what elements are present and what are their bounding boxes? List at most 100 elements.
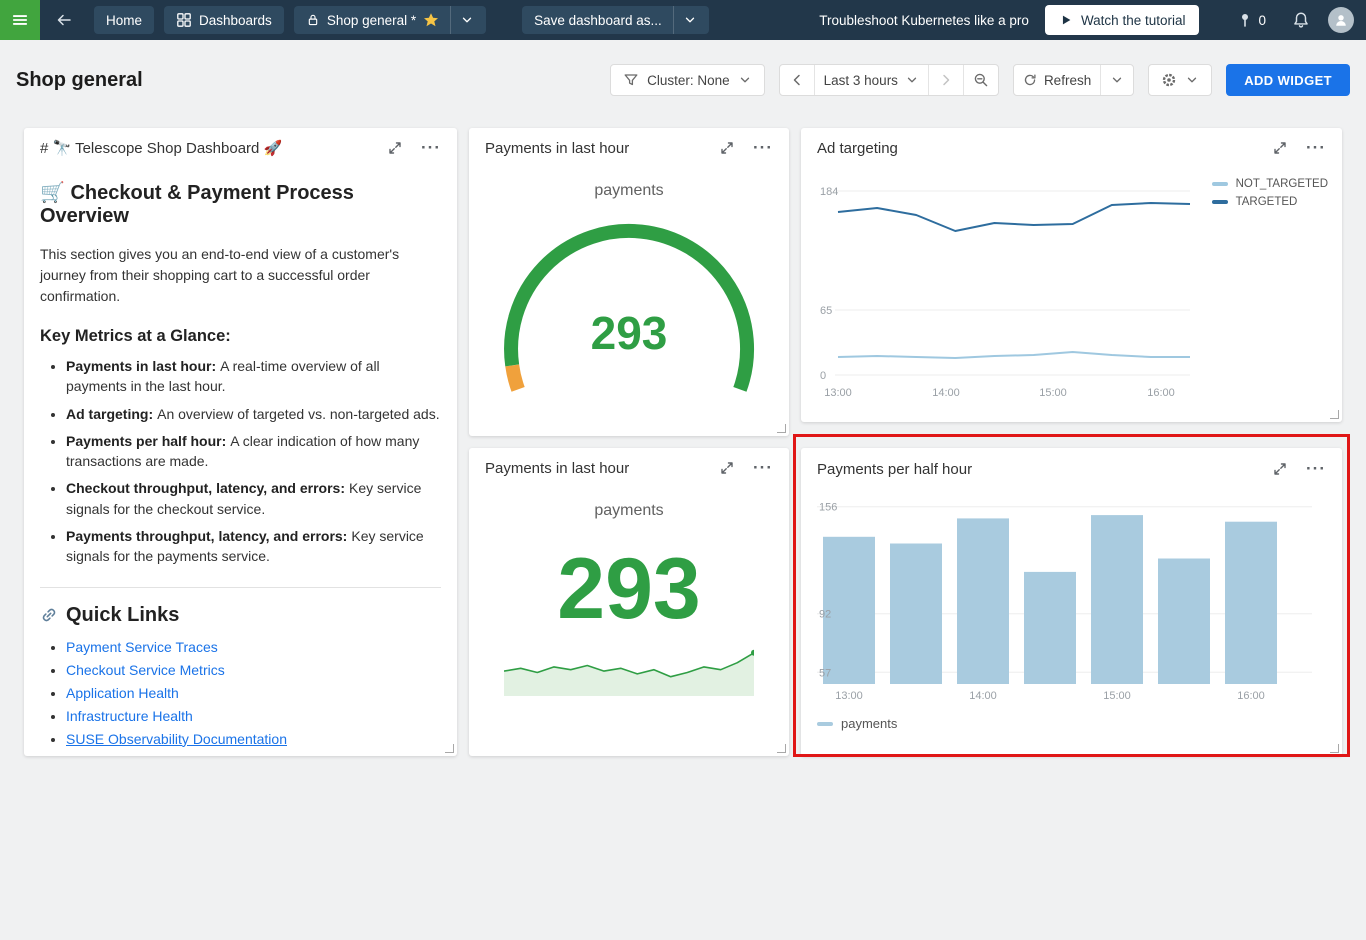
ellipsis-icon: ··· <box>753 463 773 473</box>
hamburger-icon <box>11 11 29 29</box>
metrics-list: Payments in last hour:A real-time overvi… <box>40 356 441 567</box>
resize-handle[interactable] <box>1330 410 1339 419</box>
dashboards-button[interactable]: Dashboards <box>164 6 284 34</box>
save-dashboard-as-label: Save dashboard as... <box>534 13 662 28</box>
bar-16:00 <box>1225 522 1277 684</box>
expand-widget-button[interactable] <box>715 136 739 160</box>
breadcrumb: Home Dashboards Shop general * <box>94 6 486 34</box>
cluster-filter-button[interactable]: Cluster: None <box>610 64 765 96</box>
resize-handle[interactable] <box>1330 744 1339 753</box>
resize-handle[interactable] <box>445 744 454 753</box>
x-tick-label: 14:00 <box>969 690 997 702</box>
pin-count: 0 <box>1258 13 1266 28</box>
legend-label: TARGETED <box>1236 196 1298 208</box>
chevron-down-icon <box>1185 73 1199 87</box>
widget-payments-gauge: Payments in last hour ··· payments 293 <box>469 128 789 436</box>
expand-widget-button[interactable] <box>1268 136 1292 160</box>
list-item: Checkout throughput, latency, and errors… <box>66 478 441 519</box>
markdown-content: 🛒 Checkout & Payment Process Overview Th… <box>24 168 457 756</box>
y-tick-label: 92 <box>819 609 831 621</box>
legend-swatch <box>1212 182 1228 186</box>
list-item: Payments per half hour:A clear indicatio… <box>66 431 441 472</box>
save-options-chevron-icon[interactable] <box>683 13 697 27</box>
widget-menu-button[interactable]: ··· <box>417 139 445 157</box>
current-dashboard-label: Shop general * <box>327 13 416 28</box>
x-tick-label: 14:00 <box>932 387 960 399</box>
page-header: Shop general Cluster: None Last 3 hours <box>0 56 1366 104</box>
refresh-icon <box>1023 73 1037 87</box>
widget-menu-button[interactable]: ··· <box>1302 139 1330 157</box>
gauge-chart: 293 <box>494 214 764 404</box>
metric-value: 293 <box>469 546 789 632</box>
sparkline-chart <box>504 642 754 702</box>
y-tick-label: 57 <box>819 667 831 679</box>
resize-handle[interactable] <box>777 744 786 753</box>
sparkline-svg <box>504 642 754 702</box>
list-item: Payment Service Traces <box>66 639 441 655</box>
expand-widget-button[interactable] <box>715 456 739 480</box>
save-controls: Save dashboard as... <box>522 6 709 34</box>
link-infrastructure-health[interactable]: Infrastructure Health <box>66 708 193 724</box>
filter-funnel-icon <box>623 72 639 88</box>
pin-icon <box>1237 12 1253 28</box>
hamburger-menu-button[interactable] <box>0 0 40 40</box>
chart-legend[interactable]: payments <box>801 704 1342 731</box>
x-tick-label: 13:00 <box>824 387 852 399</box>
favorite-star-icon[interactable] <box>423 12 439 28</box>
bar-15:30 <box>1158 559 1210 685</box>
link-icon <box>40 606 58 624</box>
x-tick-label: 13:00 <box>835 690 863 702</box>
current-dashboard-button[interactable]: Shop general * <box>294 6 486 34</box>
widget-menu-button[interactable]: ··· <box>1302 460 1330 478</box>
time-range-selector[interactable]: Last 3 hours <box>814 65 928 95</box>
widget-menu-button[interactable]: ··· <box>749 459 777 477</box>
pinned-views-button[interactable]: 0 <box>1229 0 1274 40</box>
gear-icon <box>1161 72 1177 88</box>
resize-handle[interactable] <box>777 424 786 433</box>
back-button[interactable] <box>48 0 80 40</box>
list-item: Infrastructure Health <box>66 708 441 724</box>
expand-widget-button[interactable] <box>383 136 407 160</box>
dashboard-settings-button[interactable] <box>1148 64 1212 96</box>
legend-label: NOT_TARGETED <box>1236 178 1328 190</box>
quick-links-list: Payment Service Traces Checkout Service … <box>40 639 441 747</box>
bar-14:00 <box>957 518 1009 684</box>
expand-widget-button[interactable] <box>1268 457 1292 481</box>
top-navigation-bar: Home Dashboards Shop general * Save dash… <box>0 0 1366 40</box>
watch-tutorial-button[interactable]: Watch the tutorial <box>1045 5 1200 35</box>
dashboards-label: Dashboards <box>199 13 272 28</box>
link-application-health[interactable]: Application Health <box>66 685 179 701</box>
refresh-button[interactable]: Refresh <box>1014 65 1100 95</box>
add-widget-button[interactable]: ADD WIDGET <box>1226 64 1350 96</box>
time-forward-button[interactable] <box>928 65 963 95</box>
widget-title: # 🔭 Telescope Shop Dashboard 🚀 <box>40 139 373 157</box>
link-suse-observability-docs[interactable]: SUSE Observability Documentation <box>66 731 287 747</box>
chart-legend: NOT_TARGETED TARGETED <box>1212 178 1328 208</box>
zoom-out-time-button[interactable] <box>963 65 998 95</box>
widget-payments-number: Payments in last hour ··· payments 293 <box>469 448 789 756</box>
notifications-button[interactable] <box>1284 0 1318 40</box>
legend-item-targeted[interactable]: TARGETED <box>1212 196 1328 208</box>
legend-swatch <box>1212 200 1228 204</box>
divider <box>673 6 674 34</box>
save-dashboard-as-button[interactable]: Save dashboard as... <box>522 6 709 34</box>
watch-tutorial-label: Watch the tutorial <box>1081 13 1186 28</box>
metric-label: payments <box>469 182 789 200</box>
legend-item-not_targeted[interactable]: NOT_TARGETED <box>1212 178 1328 190</box>
series-line-not_targeted <box>838 352 1190 358</box>
quick-links-heading: Quick Links <box>40 604 441 627</box>
user-avatar[interactable] <box>1328 7 1354 33</box>
widget-markdown-overview: # 🔭 Telescope Shop Dashboard 🚀 ··· 🛒 Che… <box>24 128 457 756</box>
list-item: Application Health <box>66 685 441 701</box>
widget-menu-button[interactable]: ··· <box>749 139 777 157</box>
link-payment-service-traces[interactable]: Payment Service Traces <box>66 639 218 655</box>
play-icon <box>1059 13 1073 27</box>
home-button[interactable]: Home <box>94 6 154 34</box>
bar-13:30 <box>890 544 942 685</box>
refresh-options-button[interactable] <box>1100 65 1133 95</box>
dashboard-options-chevron-icon[interactable] <box>460 13 474 27</box>
link-checkout-service-metrics[interactable]: Checkout Service Metrics <box>66 662 225 678</box>
time-back-button[interactable] <box>780 65 814 95</box>
list-item: Payments in last hour:A real-time overvi… <box>66 356 441 397</box>
widget-header: # 🔭 Telescope Shop Dashboard 🚀 ··· <box>24 128 457 168</box>
